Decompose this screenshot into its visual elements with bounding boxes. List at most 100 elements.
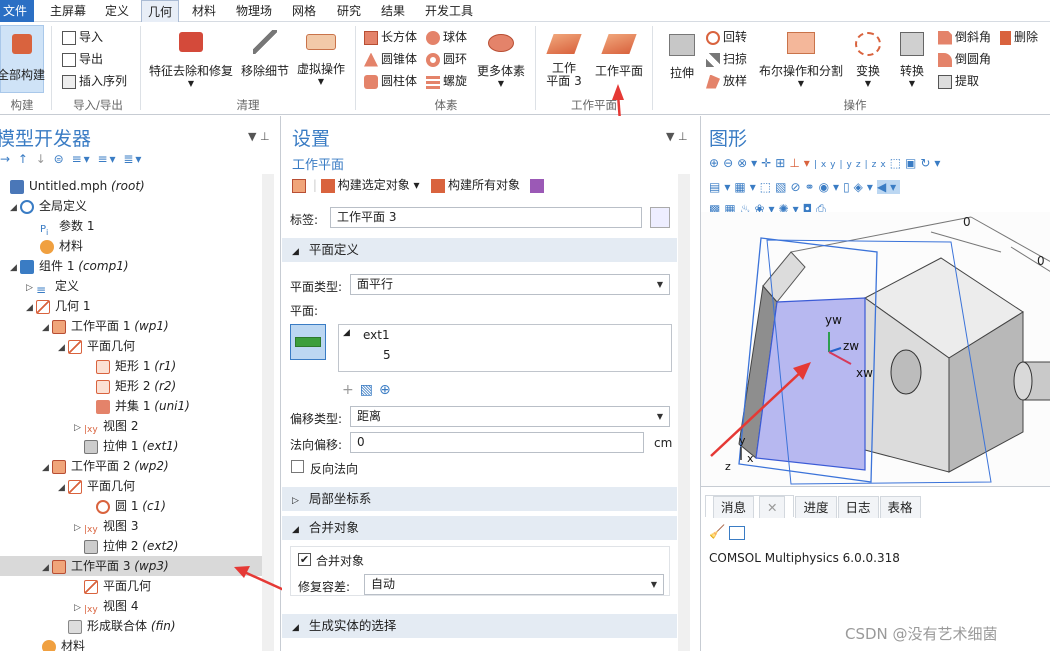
work-plane-3-button[interactable]: 工作 平面 3 (542, 28, 586, 96)
section-resulting-selection[interactable]: ◢ 生成实体的选择 (282, 614, 677, 638)
tree-item-plane-geom-3[interactable]: 平面几何 (74, 576, 151, 596)
menu-geometry[interactable]: 几何 (141, 0, 180, 23)
hide-icon[interactable]: ⊘ (790, 180, 804, 194)
zoom-selected-icon[interactable]: ✛ (761, 156, 775, 170)
tab-log[interactable]: 日志 (837, 496, 879, 518)
rotate-icon[interactable]: ↻▾ (920, 156, 944, 170)
tree-item-wp3[interactable]: ◢ 工作平面 3 (wp3) (0, 556, 262, 576)
menu-study[interactable]: 研究 (331, 0, 367, 22)
more-primitives-button[interactable]: 更多体素 ▼ (474, 28, 528, 94)
select-all-icon[interactable]: ▦▾ (734, 180, 759, 194)
reverse-normal-checkbox[interactable] (291, 460, 304, 473)
tab-progress[interactable]: 进度 (795, 496, 837, 518)
view-yz-icon[interactable]: |yz (840, 160, 865, 170)
remove-details-button[interactable]: 移除细节 (238, 28, 292, 94)
dropdown-icon[interactable]: ◀▾ (876, 180, 901, 194)
add-icon[interactable]: + (342, 382, 360, 398)
zoom-selected-icon[interactable]: ⊕ (379, 382, 397, 398)
plane-type-select[interactable]: 面平行 (350, 274, 670, 295)
tree-item-r1[interactable]: 矩形 1 (r1) (96, 356, 176, 376)
conversions-button[interactable]: 转换 ▼ (892, 28, 932, 94)
tree-item-plane-geom-2[interactable]: ◢ 平面几何 (58, 476, 135, 496)
transforms-button[interactable]: 变换 ▼ (848, 28, 888, 94)
sphere-button[interactable]: 球体 (426, 28, 467, 45)
copy-messages-icon[interactable] (729, 525, 746, 540)
arrow-down-icon[interactable]: ↓ (36, 152, 48, 166)
tree-item-r2[interactable]: 矩形 2 (r2) (96, 376, 176, 396)
graphics-canvas[interactable]: yw zw xw y x z 0 0 (701, 212, 1050, 486)
expand-icon[interactable]: ≣▾ (123, 152, 143, 166)
torus-button[interactable]: 圆环 (426, 50, 467, 67)
tree-item-params[interactable]: Pi 参数 1 (40, 216, 94, 237)
tree-item-c1[interactable]: 圆 1 (c1) (96, 496, 166, 516)
sort-icon[interactable]: ≡▾ (72, 152, 92, 166)
tree-item-component[interactable]: ◢ 组件 1 (comp1) (10, 256, 129, 276)
tree-item-materials[interactable]: 材料 (42, 636, 85, 651)
fillet-button[interactable]: 倒圆角 (938, 50, 991, 67)
light-icon[interactable]: ◈▾ (854, 180, 877, 194)
menu-mesh[interactable]: 网格 (286, 0, 322, 22)
arrow-right-icon[interactable]: → (0, 152, 12, 166)
tree-item-fin[interactable]: 形成联合体 (fin) (58, 616, 176, 636)
unite-objects-checkbox[interactable]: ✔ (298, 553, 311, 566)
view-icon[interactable]: ◉▾ (819, 180, 844, 194)
axes-icon[interactable]: ⊥▾ (789, 156, 813, 170)
import-button[interactable]: 导入 (62, 28, 103, 45)
show-objects-icon[interactable]: ⚭ (805, 180, 819, 194)
normal-offset-input[interactable]: 0 (350, 432, 644, 453)
extrude-button[interactable]: 拉伸 (660, 28, 704, 94)
build-selected-button[interactable]: 构建选定对象 ▾ (320, 178, 420, 193)
zoom-extents-icon[interactable]: ⊞ (775, 156, 789, 170)
build-all-button[interactable]: 全部构建 (0, 25, 45, 93)
menu-home[interactable]: 主屏幕 (44, 0, 92, 22)
repair-tolerance-select[interactable]: 自动 (364, 574, 664, 595)
tree-item-wp2[interactable]: ◢ 工作平面 2 (wp2) (42, 456, 169, 476)
tab-messages[interactable]: 消息 ✕ (705, 495, 795, 518)
plane-list-item-5[interactable]: 5 (383, 348, 391, 362)
tree-item-ext1[interactable]: 拉伸 1 (ext1) (74, 436, 178, 456)
tree-item-view4[interactable]: ▷ |xy 视图 4 (74, 596, 138, 616)
show-icon[interactable]: ⊜ (54, 152, 66, 166)
sweep-button[interactable]: 扫掠 (706, 50, 747, 67)
offset-type-select[interactable]: 距离 (350, 406, 670, 427)
loft-button[interactable]: 放样 (706, 72, 747, 89)
booleans-button[interactable]: 布尔操作和分割 ▼ (758, 28, 844, 94)
panel-menu-icon[interactable]: ▼ ⊥ (248, 130, 270, 143)
tree-item-view3[interactable]: ▷ |xy 视图 3 (74, 516, 138, 536)
camera-icon[interactable]: ▣ (905, 156, 920, 170)
defeature-button[interactable]: 特征去除和修复 ▼ (148, 28, 234, 94)
export-button[interactable]: 导出 (62, 50, 103, 67)
clear-messages-icon[interactable]: 🧹 (709, 525, 729, 540)
insert-sequence-button[interactable]: 插入序列 (62, 72, 127, 89)
helix-button[interactable]: 螺旋 (426, 72, 467, 89)
menu-definitions[interactable]: 定义 (99, 0, 135, 22)
zoom-box-icon[interactable]: ⊗▾ (737, 156, 761, 170)
settings-scrollbar[interactable] (678, 174, 690, 651)
close-icon[interactable]: ✕ (759, 496, 786, 518)
collapse-icon[interactable]: ≡▾ (97, 152, 117, 166)
plane-selection-list[interactable]: ◢ ext1 5 (338, 324, 672, 372)
box-select-icon[interactable]: ⬚ (760, 180, 775, 194)
arrow-up-icon[interactable]: ↑ (18, 152, 30, 166)
tree-item-materials-global[interactable]: 材料 (40, 236, 83, 256)
tree-item-definitions[interactable]: ▷ ≡ 定义 (26, 276, 79, 297)
section-local-coords[interactable]: ▷ 局部坐标系 (282, 487, 677, 511)
revolve-button[interactable]: 回转 (706, 28, 747, 45)
menu-results[interactable]: 结果 (375, 0, 411, 22)
wireframe-icon[interactable]: ▧ (775, 180, 790, 194)
select-icon[interactable]: ▤▾ (709, 180, 734, 194)
label-field[interactable]: 工作平面 3 (330, 207, 642, 228)
delete-button[interactable]: 删除 (1000, 28, 1038, 45)
cone-button[interactable]: 圆锥体 (364, 50, 417, 67)
menu-physics[interactable]: 物理场 (230, 0, 278, 22)
tree-item-plane-geom-1[interactable]: ◢ 平面几何 (58, 336, 135, 356)
build-all-objects-button[interactable]: 构建所有对象 (431, 178, 520, 193)
clear-icon[interactable]: ▧ (360, 382, 379, 398)
menu-materials[interactable]: 材料 (186, 0, 222, 22)
cylinder-button[interactable]: 圆柱体 (364, 72, 417, 89)
panel-menu-icon[interactable]: ▼ ⊥ (666, 130, 688, 143)
view-zx-icon[interactable]: |zx (865, 160, 890, 170)
transparency-icon[interactable]: ▯ (843, 180, 854, 194)
plane-list-item-ext1[interactable]: ext1 (363, 328, 390, 342)
tree-item-wp1[interactable]: ◢ 工作平面 1 (wp1) (42, 316, 169, 336)
